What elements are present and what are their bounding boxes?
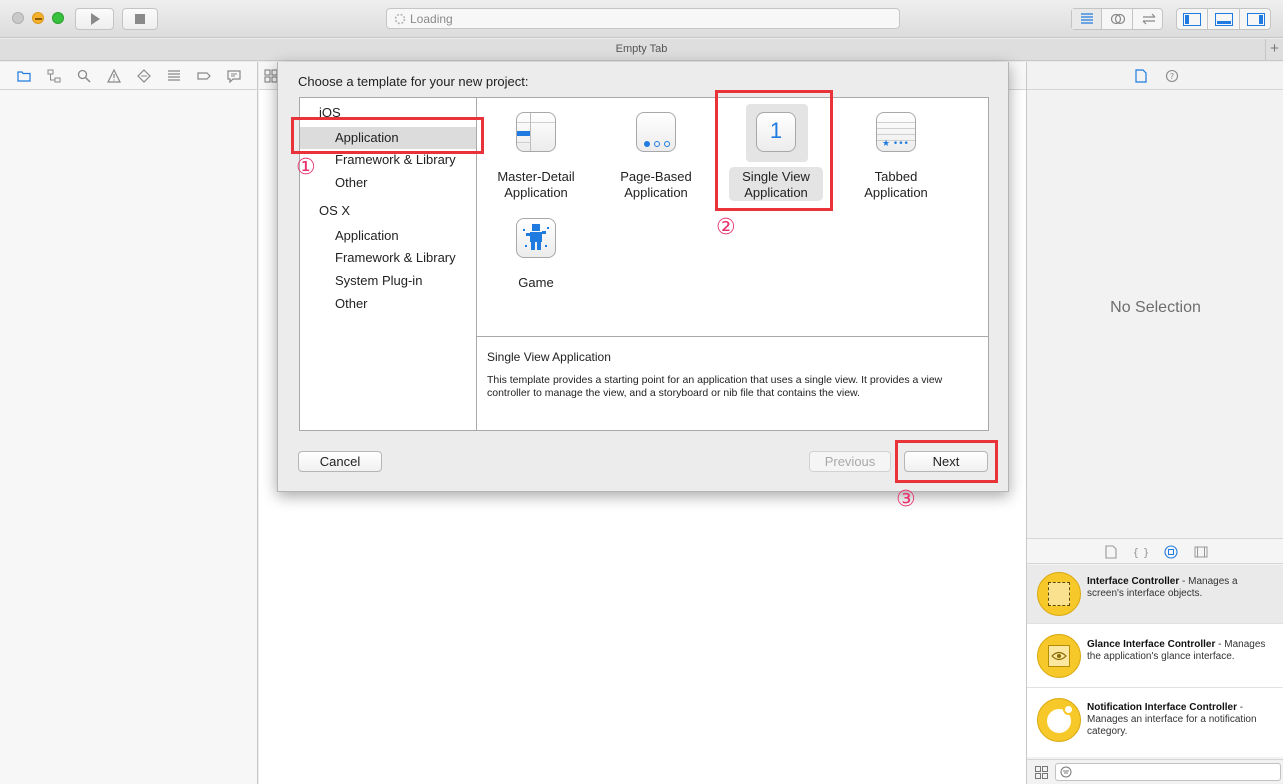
warning-icon[interactable] (107, 69, 121, 83)
annotation-step-2: ② (716, 215, 736, 240)
glance-controller-icon (1037, 634, 1081, 678)
description-title: Single View Application (487, 350, 611, 364)
version-editor-icon (1142, 13, 1156, 25)
file-template-icon[interactable] (1105, 545, 1117, 559)
notification-controller-icon (1037, 698, 1081, 742)
activity-view: Loading (386, 8, 900, 29)
debug-toggle-button[interactable] (1209, 9, 1240, 29)
game-icon (516, 218, 556, 258)
object-library-icon[interactable] (1164, 545, 1178, 559)
run-icon (90, 13, 100, 25)
zoom-light[interactable] (52, 12, 64, 24)
previous-button[interactable]: Previous (809, 451, 891, 472)
svg-text:?: ? (1170, 72, 1174, 81)
no-selection-label: No Selection (1110, 299, 1201, 316)
media-library-icon[interactable] (1194, 545, 1208, 559)
standard-editor-button[interactable] (1072, 9, 1102, 29)
library-selector-bar: { } (1027, 538, 1283, 564)
window-toolbar: Loading (0, 0, 1283, 38)
library-item-glance-controller[interactable]: Glance Interface Controller - Manages th… (1027, 625, 1283, 688)
utilities-toggle-button[interactable] (1241, 9, 1272, 29)
master-detail-icon (516, 112, 556, 152)
navigator-toggle-button[interactable] (1177, 9, 1208, 29)
code-snippet-icon[interactable]: { } (1134, 545, 1148, 559)
tabbed-icon: ★ ••• (876, 112, 916, 152)
template-description: Single View Application This template pr… (476, 336, 989, 431)
navigator-selector-bar (0, 62, 258, 90)
utilities-area: ? No Selection { } Interface Controller … (1026, 62, 1283, 784)
minimize-light[interactable] (32, 12, 44, 24)
related-items-icon[interactable] (264, 69, 278, 83)
library-item-interface-controller[interactable]: Interface Controller - Manages a screen'… (1027, 565, 1283, 624)
category-header-osx: OS X (319, 203, 351, 218)
filter-icon (1060, 766, 1072, 778)
standard-editor-icon (1081, 13, 1093, 24)
library-item-title: Glance Interface Controller (1087, 639, 1216, 650)
add-tab-button[interactable]: + (1265, 39, 1283, 60)
template-page-based[interactable]: Page-Based Application (597, 98, 715, 208)
close-light[interactable] (12, 12, 24, 24)
object-library-list: Interface Controller - Manages a screen'… (1027, 565, 1283, 757)
template-label: Page-Based Application (620, 169, 692, 200)
library-item-notification-controller[interactable]: Notification Interface Controller - Mana… (1027, 689, 1283, 752)
stop-button[interactable] (122, 8, 158, 30)
annotation-step-1: ① (296, 155, 316, 180)
page-based-icon (636, 112, 676, 152)
library-filter-bar (1027, 759, 1283, 784)
annotation-box-single-view (715, 90, 833, 211)
annotation-box-application (291, 117, 484, 154)
symbol-navigator-icon[interactable] (47, 69, 61, 83)
tab-title[interactable]: Empty Tab (0, 43, 1283, 55)
description-body: This template provides a starting point … (487, 374, 943, 399)
activity-text: Loading (410, 12, 453, 26)
stop-icon (135, 14, 145, 24)
editor-mode-group (1071, 8, 1163, 30)
breakpoint-icon[interactable] (197, 69, 211, 83)
sheet-title: Choose a template for your new project: (298, 74, 529, 89)
interface-controller-icon (1037, 572, 1081, 616)
cancel-button[interactable]: Cancel (298, 451, 382, 472)
spinner-icon (394, 13, 406, 25)
template-game[interactable]: Game (477, 203, 595, 303)
quick-help-icon[interactable]: ? (1165, 69, 1179, 83)
search-icon[interactable] (77, 69, 91, 83)
utilities-toggle-icon (1247, 12, 1265, 26)
debug-navigator-icon[interactable] (167, 69, 181, 83)
run-button[interactable] (75, 8, 114, 30)
svg-text:{ }: { } (1134, 546, 1148, 559)
view-toggle-group (1176, 8, 1271, 30)
template-master-detail[interactable]: Master-Detail Application (477, 98, 595, 208)
library-item-title: Notification Interface Controller (1087, 702, 1238, 713)
library-filter-field[interactable] (1055, 763, 1281, 781)
assistant-editor-icon (1110, 13, 1126, 25)
navigator-toggle-icon (1183, 12, 1201, 26)
annotation-step-3: ③ (896, 487, 916, 512)
debug-toggle-icon (1215, 12, 1233, 26)
inspector-selector-bar: ? (1027, 62, 1283, 90)
library-item-title: Interface Controller (1087, 576, 1180, 587)
tab-bar: Empty Tab + (0, 39, 1283, 61)
folder-icon[interactable] (17, 69, 31, 83)
category-osx-other[interactable]: Other (300, 293, 476, 315)
template-label: Tabbed Application (864, 169, 928, 200)
report-icon[interactable] (227, 69, 241, 83)
template-tabbed[interactable]: ★ ••• Tabbed Application (837, 98, 955, 208)
template-label: Master-Detail Application (497, 169, 575, 200)
template-label: Game (518, 275, 554, 290)
version-editor-button[interactable] (1134, 9, 1164, 29)
assistant-editor-button[interactable] (1103, 9, 1133, 29)
annotation-box-next (895, 440, 998, 483)
category-osx-application[interactable]: Application (300, 225, 476, 247)
category-osx-framework-library[interactable]: Framework & Library (300, 247, 476, 269)
test-diamond-icon[interactable] (137, 69, 151, 83)
grid-view-icon[interactable] (1035, 766, 1048, 779)
navigator-area (0, 62, 258, 784)
file-inspector-icon[interactable] (1135, 69, 1147, 83)
category-osx-system-plugin[interactable]: System Plug-in (300, 270, 476, 292)
category-ios-other[interactable]: Other (300, 172, 476, 194)
